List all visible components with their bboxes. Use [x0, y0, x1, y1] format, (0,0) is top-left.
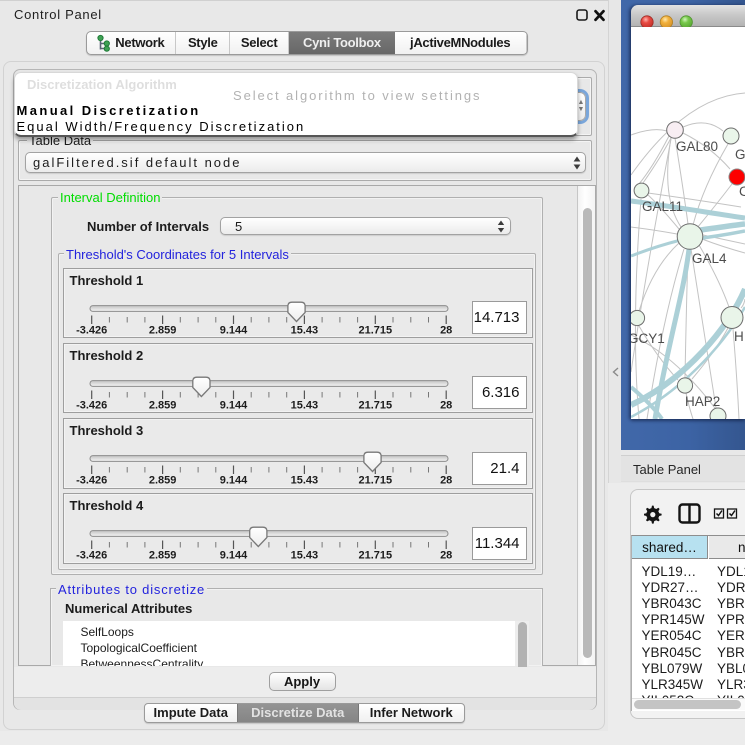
svg-text:9.144: 9.144	[220, 550, 248, 562]
svg-text:21.715: 21.715	[358, 550, 392, 562]
svg-text:28: 28	[440, 550, 452, 562]
svg-text:9.144: 9.144	[220, 475, 248, 487]
svg-text:2.859: 2.859	[149, 475, 177, 487]
svg-text:-3.426: -3.426	[76, 324, 107, 336]
svg-text:21.715: 21.715	[358, 399, 392, 411]
svg-text:15.43: 15.43	[291, 550, 319, 562]
svg-text:GAL4: GAL4	[692, 251, 727, 266]
svg-text:H: H	[734, 329, 744, 344]
svg-text:28: 28	[440, 399, 452, 411]
svg-text:HAP2: HAP2	[685, 394, 720, 409]
svg-text:15.43: 15.43	[291, 324, 319, 336]
svg-text:9.144: 9.144	[220, 324, 248, 336]
svg-text:GAL11: GAL11	[642, 199, 683, 214]
svg-text:21.715: 21.715	[358, 324, 392, 336]
svg-text:15.43: 15.43	[291, 475, 319, 487]
svg-text:2.859: 2.859	[149, 399, 177, 411]
svg-text:2.859: 2.859	[149, 550, 177, 562]
svg-text:21.715: 21.715	[358, 475, 392, 487]
svg-text:GCY1: GCY1	[631, 331, 665, 346]
svg-text:9.144: 9.144	[220, 399, 248, 411]
svg-text:15.43: 15.43	[291, 399, 319, 411]
svg-text:-3.426: -3.426	[76, 475, 107, 487]
svg-text:GA: GA	[735, 147, 745, 162]
svg-text:GAL80: GAL80	[676, 139, 718, 154]
svg-text:28: 28	[440, 324, 452, 336]
svg-text:C: C	[739, 184, 745, 199]
svg-text:2.859: 2.859	[149, 324, 177, 336]
svg-text:-3.426: -3.426	[76, 399, 107, 411]
svg-text:28: 28	[440, 475, 452, 487]
svg-text:-3.426: -3.426	[76, 550, 107, 562]
